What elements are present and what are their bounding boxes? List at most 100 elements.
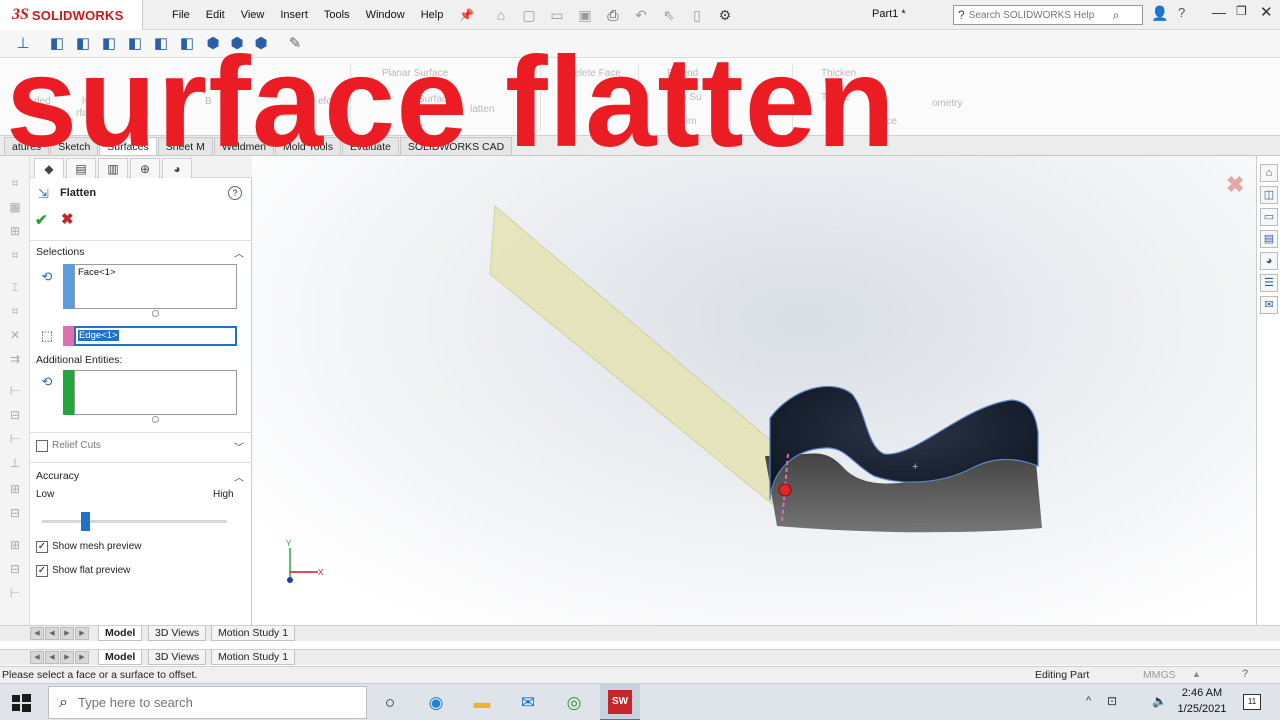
- tab-weldments[interactable]: Weldmen: [213, 137, 275, 155]
- help-icon[interactable]: ?: [1178, 5, 1185, 20]
- volume-icon[interactable]: 🔈: [1152, 694, 1167, 708]
- ribbon-label[interactable]: lved: [82, 96, 100, 107]
- prev-tab-icon[interactable]: ◀: [45, 651, 59, 664]
- restore-icon[interactable]: ❐: [1236, 4, 1247, 18]
- ribbon-label[interactable]: B: [205, 96, 212, 107]
- view-bottom-icon[interactable]: ◧: [178, 35, 196, 53]
- help-button[interactable]: ?: [228, 186, 242, 200]
- first-tab-icon[interactable]: ◀: [30, 627, 44, 640]
- unit-system[interactable]: MMGS: [1143, 669, 1176, 681]
- user-icon[interactable]: 👤: [1151, 5, 1168, 22]
- network-icon[interactable]: ⊡: [1107, 694, 1117, 708]
- select-icon[interactable]: ⇖: [658, 7, 680, 24]
- view-iso-icon[interactable]: ⬢: [204, 35, 222, 53]
- tool-icon[interactable]: ⌗: [7, 304, 23, 320]
- model-viewport[interactable]: + Y X: [252, 156, 1256, 626]
- ribbon-delete-face[interactable]: Delete Face: [567, 68, 621, 79]
- home-icon[interactable]: ⌂: [1260, 164, 1278, 182]
- solidworks-taskbar-button[interactable]: SW: [600, 684, 640, 720]
- menu-view[interactable]: View: [233, 9, 273, 21]
- tool-icon[interactable]: ⊢: [7, 384, 23, 400]
- task-view-icon[interactable]: ○: [376, 689, 404, 717]
- tab-3d-views[interactable]: 3D Views: [148, 650, 207, 665]
- ribbon-label[interactable]: eform: [318, 96, 344, 107]
- menu-insert[interactable]: Insert: [272, 9, 316, 21]
- ribbon-offset-surface[interactable]: Surface: [418, 94, 452, 105]
- tool-icon[interactable]: ⊢: [7, 432, 23, 448]
- options-icon[interactable]: ⚙: [714, 7, 736, 24]
- first-tab-icon[interactable]: ◀: [30, 651, 44, 664]
- ribbon-label[interactable]: face: [130, 108, 149, 119]
- ribbon-flatten[interactable]: latten: [470, 104, 494, 115]
- prev-tab-icon[interactable]: ◀: [45, 627, 59, 640]
- ribbon-label[interactable]: rface: [76, 108, 98, 119]
- notification-icon[interactable]: 11: [1243, 694, 1261, 710]
- chrome-icon[interactable]: ◎: [560, 689, 588, 717]
- status-help-icon[interactable]: ?: [1242, 668, 1248, 680]
- ribbon-label[interactable]: Surface: [262, 108, 296, 119]
- tool-icon[interactable]: ▦: [7, 200, 23, 216]
- menu-file[interactable]: File: [164, 9, 198, 21]
- next-tab-icon[interactable]: ▶: [60, 651, 74, 664]
- search-icon[interactable]: ⌕: [1113, 8, 1120, 23]
- ribbon-thickened-cut[interactable]: Thicke: [821, 92, 850, 103]
- show-flat-preview-checkbox[interactable]: ✓: [36, 565, 48, 577]
- clock-date[interactable]: 1/25/2021: [1172, 703, 1232, 715]
- pin-icon[interactable]: 📌: [459, 8, 474, 22]
- ribbon-planar-surface[interactable]: Planar Surface: [382, 68, 448, 79]
- view-dimetric-icon[interactable]: ⬢: [252, 35, 270, 53]
- next-tab-icon[interactable]: ▶: [60, 627, 74, 640]
- view-trimetric-icon[interactable]: ⬢: [228, 35, 246, 53]
- edge-selection-box[interactable]: Edge<1>: [74, 326, 237, 346]
- tool-icon[interactable]: ⊟: [7, 408, 23, 424]
- tab-sheet-metal[interactable]: Sheet M: [157, 137, 213, 155]
- last-tab-icon[interactable]: ▶: [75, 651, 89, 664]
- tab-motion-study[interactable]: Motion Study 1: [211, 650, 296, 665]
- unit-dropdown-icon[interactable]: ▲: [1192, 669, 1201, 679]
- face-selection-box[interactable]: Face<1>: [74, 264, 237, 309]
- ribbon-label[interactable]: ept: [132, 96, 146, 107]
- tab-3d-views[interactable]: 3D Views: [148, 626, 207, 641]
- appearance-icon[interactable]: ◕: [1260, 252, 1278, 270]
- new-doc-icon[interactable]: ▢: [518, 7, 540, 24]
- tab-mold-tools[interactable]: Mold Tools: [275, 137, 342, 155]
- collapse-caret-icon[interactable]: ︿: [234, 469, 244, 484]
- feature-manager-tab-icon[interactable]: ◆: [34, 158, 64, 178]
- search-input[interactable]: [968, 9, 1109, 21]
- ribbon-label[interactable]: face: [760, 104, 779, 115]
- clock-time[interactable]: 2:46 AM: [1172, 687, 1232, 699]
- show-mesh-preview-checkbox[interactable]: ✓: [36, 541, 48, 553]
- minimize-icon[interactable]: —: [1212, 4, 1226, 20]
- edge-browser-icon[interactable]: ◉: [422, 689, 450, 717]
- tab-sketch[interactable]: Sketch: [50, 137, 99, 155]
- tool-icon[interactable]: ⊞: [7, 482, 23, 498]
- tab-model[interactable]: Model: [98, 626, 143, 641]
- menu-window[interactable]: Window: [358, 9, 413, 21]
- resize-handle[interactable]: [152, 310, 159, 317]
- tool-icon[interactable]: ⌶: [7, 280, 23, 296]
- edge-anchor-marker[interactable]: [778, 483, 792, 497]
- tab-model[interactable]: Model: [98, 650, 143, 665]
- mail-icon[interactable]: ✉: [514, 689, 542, 717]
- ribbon-extend-surface[interactable]: Extend: [667, 68, 698, 79]
- configuration-manager-tab-icon[interactable]: ▥: [98, 158, 128, 178]
- tool-icon[interactable]: ⊞: [7, 538, 23, 554]
- home-icon[interactable]: ⌂: [490, 7, 512, 23]
- ribbon-label[interactable]: face: [878, 116, 897, 127]
- property-manager-tab-icon[interactable]: ▤: [66, 158, 96, 178]
- tab-features[interactable]: atures: [4, 137, 50, 155]
- tab-surfaces[interactable]: Surfaces: [99, 137, 157, 155]
- file-explorer-icon[interactable]: ▬: [468, 689, 496, 717]
- ribbon-untrim-surface[interactable]: Untrim: [667, 116, 696, 127]
- ribbon-label[interactable]: ometry: [932, 98, 963, 109]
- menu-edit[interactable]: Edit: [198, 9, 233, 21]
- normal-to-icon[interactable]: ⊥: [14, 35, 32, 53]
- menu-tools[interactable]: Tools: [316, 9, 358, 21]
- ribbon-trim-surface[interactable]: Trim Su: [667, 92, 702, 103]
- parts-icon[interactable]: ◫: [1260, 186, 1278, 204]
- view-palette-icon[interactable]: ▤: [1260, 230, 1278, 248]
- accuracy-slider-track[interactable]: [42, 520, 227, 523]
- ribbon-label[interactable]: ded: [34, 96, 51, 107]
- view-left-icon[interactable]: ◧: [100, 35, 118, 53]
- cancel-button[interactable]: ✖: [61, 210, 74, 228]
